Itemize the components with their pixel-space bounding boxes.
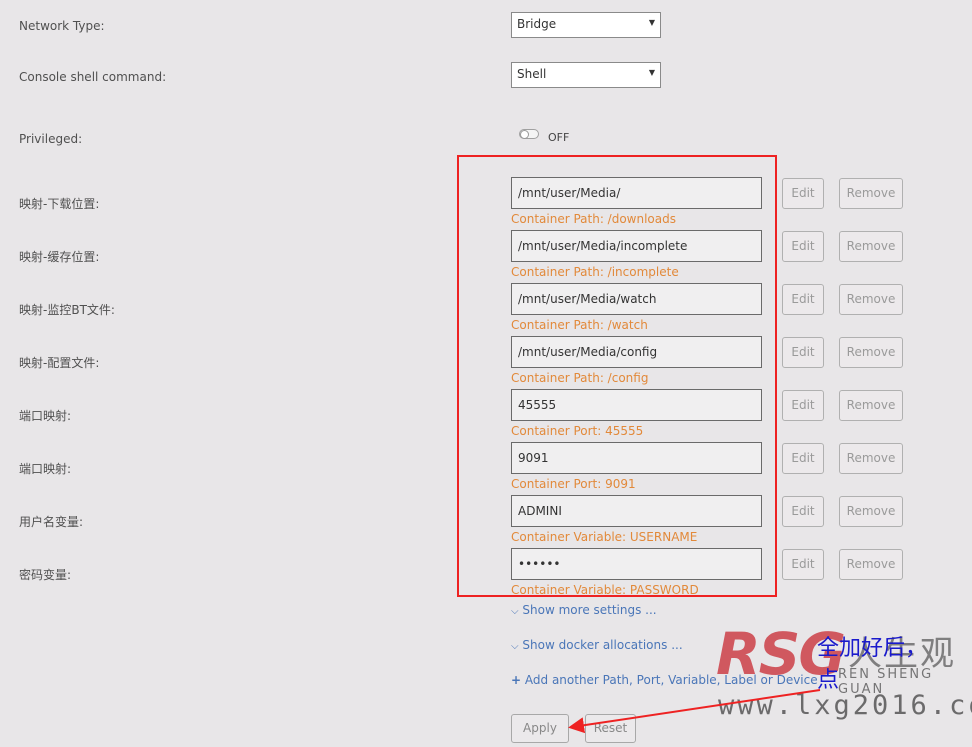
annotation-text: 全加好后，点 [817,636,928,693]
